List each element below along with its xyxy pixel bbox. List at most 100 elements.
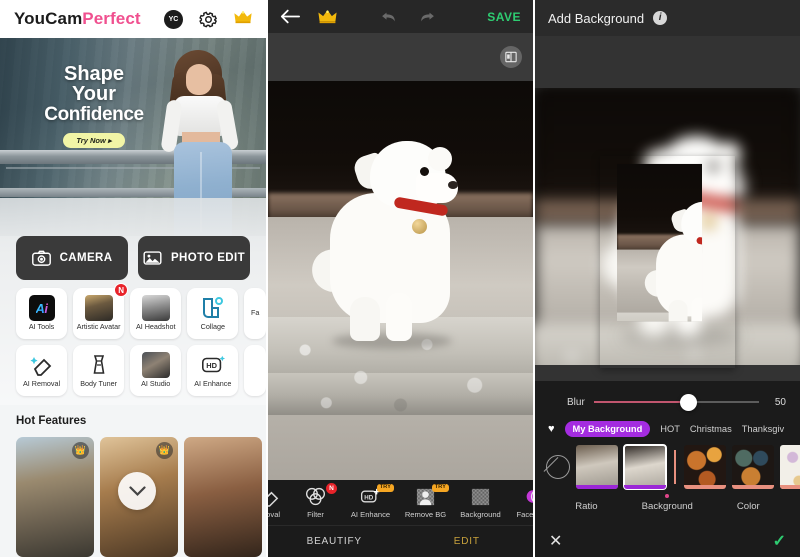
face-swap-icon xyxy=(526,490,533,503)
brand-part-1: YouCam xyxy=(14,9,83,28)
thumbnail-accent-bar xyxy=(780,485,800,489)
cancel-button[interactable]: ✕ xyxy=(549,531,562,551)
edited-photo xyxy=(268,81,533,491)
photo-editor-panel: SAVE val N Filter TRY HD AI Enhance TRY … xyxy=(268,0,535,557)
brand-part-2: Perfect xyxy=(82,9,141,28)
try-badge: TRY xyxy=(376,484,394,492)
tool-partial-next[interactable]: Fa xyxy=(244,288,266,339)
app-brand-title: YouCamPerfect xyxy=(14,9,141,29)
info-icon[interactable]: i xyxy=(653,11,668,25)
hot-features-title: Hot Features xyxy=(16,415,87,427)
blur-value: 50 xyxy=(774,396,786,408)
favorites-heart-icon[interactable]: ♥ xyxy=(548,423,555,435)
background-thumbnail-3[interactable] xyxy=(684,445,726,489)
confirm-bar: ✕ ✓ xyxy=(535,525,800,557)
foreground-photo-inset[interactable] xyxy=(600,156,735,368)
svg-text:HD: HD xyxy=(206,362,217,371)
background-preview-canvas[interactable] xyxy=(535,36,800,381)
premium-crown-icon: 👑 xyxy=(72,442,89,459)
no-background-button[interactable] xyxy=(546,455,570,479)
tool-label: AI Removal xyxy=(22,379,61,389)
blur-label: Blur xyxy=(567,396,585,408)
slider-knob[interactable] xyxy=(679,393,697,411)
background-thumbnail-2-selected[interactable] xyxy=(623,444,667,490)
background-icon xyxy=(471,488,490,506)
back-arrow-icon[interactable] xyxy=(280,9,300,24)
home-screen-panel: YouCamPerfect YC Shape Your Confidence T… xyxy=(0,0,268,557)
background-controls: Blur 50 ♥ My Background HOT Christmas Th… xyxy=(535,381,800,557)
page-title: Add Background xyxy=(548,10,645,26)
banner-try-now-button[interactable]: Try Now ▸ xyxy=(63,133,125,149)
scroll-down-button[interactable] xyxy=(118,472,156,510)
tool-ai-removal[interactable]: AI Removal xyxy=(16,345,68,396)
background-thumbnail-5[interactable] xyxy=(780,445,800,489)
svg-text:HD: HD xyxy=(364,495,373,502)
tool-body-tuner[interactable]: Body Tuner xyxy=(73,345,125,396)
background-tool-tabs: Ratio Background Color xyxy=(535,489,800,512)
tab-color[interactable]: Color xyxy=(737,501,760,512)
new-badge: N xyxy=(114,283,129,297)
tool-label: AI Studio xyxy=(141,379,171,389)
thumbnail-accent-bar xyxy=(624,485,666,489)
tool-label: Artistic Avatar xyxy=(76,322,121,332)
tab-beautify[interactable]: BEAUTIFY xyxy=(268,536,401,547)
artistic-avatar-icon xyxy=(84,295,113,322)
tool-label: moval xyxy=(268,510,281,519)
tool-label: AI Enhance xyxy=(350,510,391,519)
promo-banner[interactable]: Shape Your Confidence Try Now ▸ xyxy=(0,38,266,236)
tab-ratio[interactable]: Ratio xyxy=(575,501,597,512)
background-thumbnail-row xyxy=(535,437,800,490)
editor-tool-ai-removal[interactable]: moval xyxy=(268,480,288,525)
tool-artistic-avatar[interactable]: N Artistic Avatar xyxy=(73,283,129,339)
camera-button[interactable]: CAMERA xyxy=(16,236,128,280)
blur-slider[interactable] xyxy=(593,393,759,411)
tab-background[interactable]: Background xyxy=(642,494,693,512)
eraser-icon xyxy=(268,491,278,507)
photo-edit-button[interactable]: PHOTO EDIT xyxy=(138,236,250,280)
premium-crown-icon[interactable] xyxy=(234,10,252,28)
app-root: YouCamPerfect YC Shape Your Confidence T… xyxy=(0,0,800,557)
app-logo-icon[interactable]: YC xyxy=(164,9,183,29)
eraser-icon xyxy=(29,357,51,377)
premium-crown-icon[interactable] xyxy=(318,9,337,24)
category-christmas[interactable]: Christmas xyxy=(690,424,732,434)
tool-ai-studio[interactable]: AI Studio xyxy=(130,345,182,396)
tool-ai-tools[interactable]: Ai AI Tools xyxy=(16,288,68,339)
editor-tool-filter[interactable]: N Filter xyxy=(288,480,343,525)
tool-ai-enhance[interactable]: HD AI Enhance xyxy=(187,345,239,396)
editor-tool-face-swap[interactable]: TRY Face Swap xyxy=(508,480,533,525)
tool-collage[interactable]: Collage xyxy=(187,288,239,339)
banner-line-1: Shape xyxy=(63,63,125,85)
tool-label: Fa xyxy=(250,308,260,318)
category-thanksgiving[interactable]: Thanksgiv xyxy=(742,424,784,434)
compare-button[interactable] xyxy=(500,46,522,68)
category-my-background[interactable]: My Background xyxy=(564,421,651,437)
photo-edit-button-label: PHOTO EDIT xyxy=(170,252,246,264)
tool-label: AI Enhance xyxy=(194,379,232,389)
editor-tool-background[interactable]: Background xyxy=(453,480,508,525)
hot-card-1[interactable]: 👑 xyxy=(16,437,94,557)
tool-label: Background xyxy=(460,510,501,519)
tool-partial-next-2[interactable] xyxy=(244,345,266,396)
editor-tool-remove-bg[interactable]: TRY Remove BG xyxy=(398,480,453,525)
tab-edit[interactable]: EDIT xyxy=(401,536,534,547)
editor-canvas[interactable] xyxy=(268,33,533,491)
background-thumbnail-1[interactable] xyxy=(576,445,618,489)
editor-tool-ai-enhance[interactable]: TRY HD AI Enhance xyxy=(343,480,398,525)
ai-tools-icon: Ai xyxy=(28,295,55,322)
undo-icon[interactable] xyxy=(381,10,399,24)
background-thumbnail-4[interactable] xyxy=(732,445,774,489)
thumbnail-accent-bar xyxy=(576,485,618,489)
save-button[interactable]: SAVE xyxy=(487,10,521,24)
editor-mode-tabs: BEAUTIFY EDIT xyxy=(268,525,533,557)
settings-gear-icon[interactable] xyxy=(199,10,218,29)
category-hot[interactable]: HOT xyxy=(660,424,680,434)
confirm-button[interactable]: ✓ xyxy=(773,531,786,551)
tool-grid-row-1: Ai AI Tools N Artistic Avatar AI Headsho… xyxy=(16,283,266,339)
redo-icon[interactable] xyxy=(417,10,435,24)
tool-grid-row-2: AI Removal Body Tuner AI Studio HD AI En… xyxy=(16,345,266,396)
hot-card-3[interactable] xyxy=(184,437,262,557)
tool-ai-headshot[interactable]: AI Headshot xyxy=(130,288,182,339)
ai-headshot-icon xyxy=(141,295,170,322)
tool-label: Body Tuner xyxy=(80,379,118,389)
